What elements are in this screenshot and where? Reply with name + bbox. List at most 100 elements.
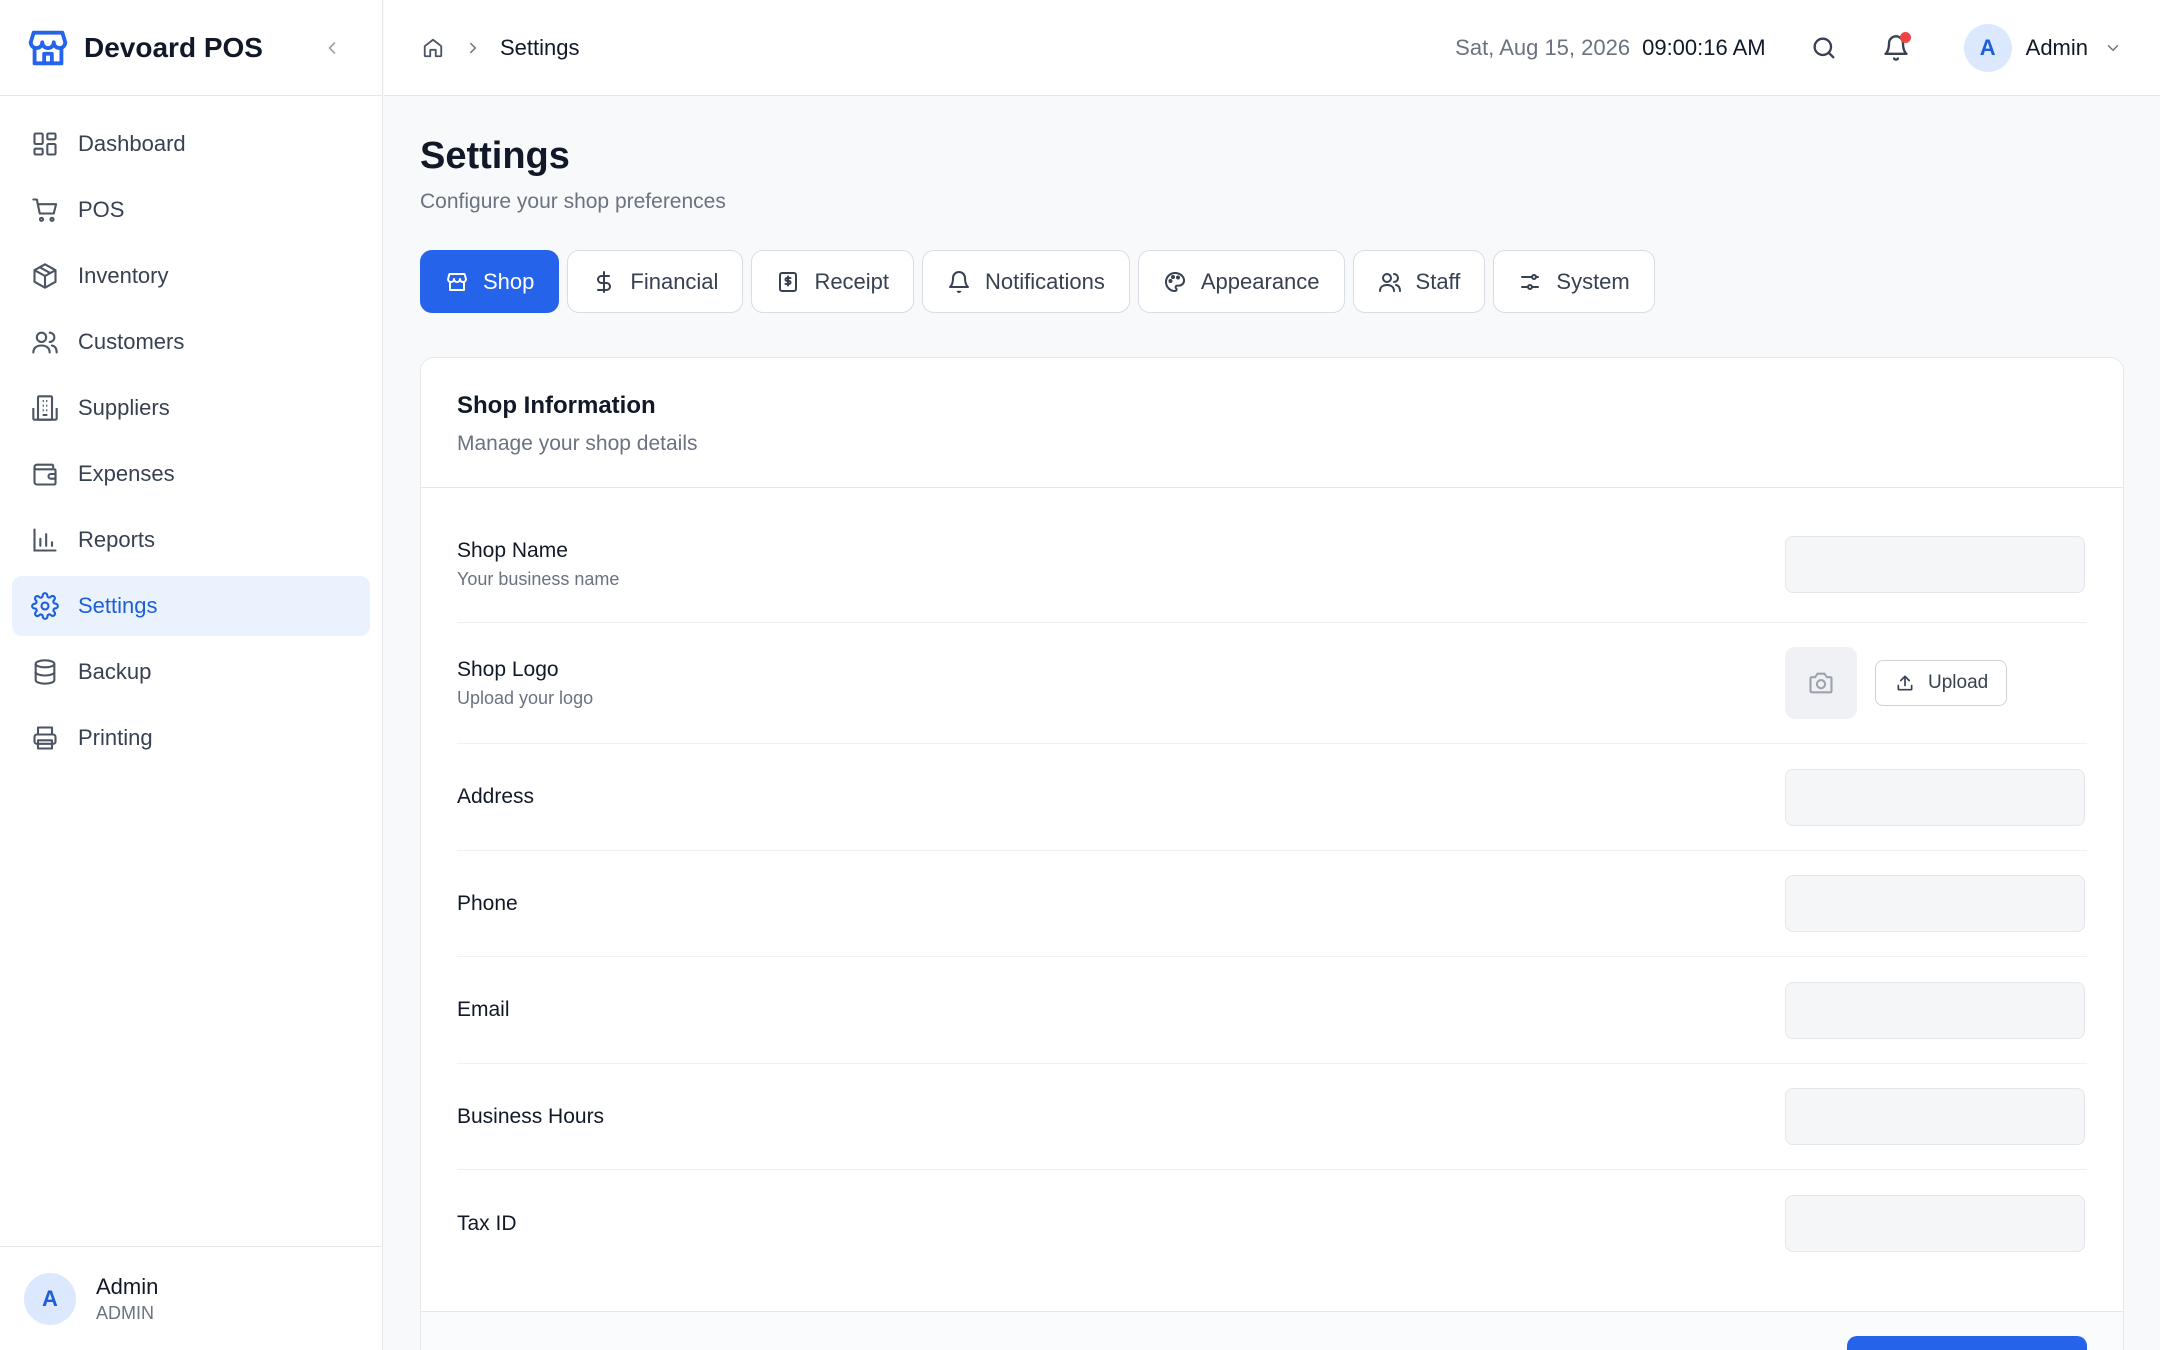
sidebar-nav: Dashboard POS Inventory Customers Suppli… (0, 96, 382, 768)
brand: Devoard POS (0, 0, 382, 96)
tab-label: Shop (483, 268, 535, 294)
cart-icon (30, 195, 60, 225)
user-menu[interactable]: A Admin (1963, 23, 2124, 72)
email-row: Email (457, 957, 2087, 1064)
page-title: Settings (420, 135, 570, 177)
dashboard-icon (30, 129, 60, 159)
field-hint: Upload your logo (457, 687, 594, 708)
sliders-icon (1518, 270, 1542, 294)
chevron-right-icon (460, 35, 486, 61)
settings-tabs: Shop Financial Receipt Notifications App… (420, 250, 2124, 313)
users-icon (1378, 270, 1402, 294)
gear-icon (30, 591, 60, 621)
tab-shop[interactable]: Shop (420, 250, 560, 313)
phone-input[interactable] (1785, 875, 2085, 932)
field-label: Shop Name (457, 538, 568, 562)
sidebar-item-suppliers[interactable]: Suppliers (12, 378, 370, 438)
chevron-down-icon (2102, 37, 2124, 59)
shop-name-input[interactable] (1785, 535, 2085, 593)
building-icon (30, 393, 60, 423)
home-icon[interactable] (420, 35, 446, 61)
phone-row: Phone (457, 851, 2087, 957)
app-name: Devoard POS (84, 31, 263, 63)
shop-name-row: Shop Name Your business name (457, 488, 2087, 623)
sidebar-item-printing[interactable]: Printing (12, 708, 370, 768)
notifications-button[interactable] (1872, 24, 1920, 72)
sidebar-item-label: Inventory (78, 263, 169, 288)
printer-icon (30, 723, 60, 753)
tab-label: Notifications (985, 268, 1105, 294)
bell-icon (947, 270, 971, 294)
field-label: Business Hours (457, 1104, 605, 1128)
tax-id-input[interactable] (1785, 1195, 2085, 1252)
user-role: ADMIN (96, 1302, 154, 1323)
business-hours-input[interactable] (1785, 1088, 2085, 1145)
receipt-icon (776, 270, 800, 294)
users-icon (30, 327, 60, 357)
sidebar-item-label: Customers (78, 329, 185, 354)
page-subtitle: Configure your shop preferences (420, 190, 726, 213)
tab-receipt[interactable]: Receipt (751, 250, 915, 313)
search-icon (1813, 37, 1835, 58)
tab-notifications[interactable]: Notifications (922, 250, 1130, 313)
sidebar-item-label: Settings (78, 593, 158, 618)
camera-icon (1809, 672, 1833, 694)
address-input[interactable] (1785, 768, 2085, 826)
sidebar-item-pos[interactable]: POS (12, 180, 370, 240)
tab-label: Financial (630, 268, 719, 294)
tab-label: Staff (1415, 268, 1461, 294)
card-description: Manage your shop details (457, 432, 698, 455)
database-icon (30, 657, 60, 687)
sidebar-item-settings[interactable]: Settings (12, 576, 370, 636)
email-input[interactable] (1785, 981, 2085, 1039)
sidebar-item-label: Expenses (78, 461, 175, 486)
field-label: Address (457, 785, 535, 808)
bar-chart-icon (30, 525, 60, 555)
sidebar-item-label: Reports (78, 527, 156, 552)
sidebar-item-label: Printing (78, 725, 153, 750)
sidebar-item-reports[interactable]: Reports (12, 510, 370, 570)
search-button[interactable] (1800, 24, 1848, 72)
sidebar-item-expenses[interactable]: Expenses (12, 444, 370, 504)
avatar: A (1963, 23, 2012, 72)
tab-system[interactable]: System (1493, 250, 1655, 313)
sidebar-item-backup[interactable]: Backup (12, 642, 370, 702)
tab-label: Receipt (814, 268, 890, 294)
box-icon (30, 261, 60, 291)
sidebar-item-label: Backup (78, 659, 152, 684)
user-name: Admin (2025, 34, 2088, 60)
shop-information-card: Shop Information Manage your shop detail… (420, 357, 2124, 1350)
business-hours-row: Business Hours (457, 1064, 2087, 1170)
field-label: Email (457, 998, 510, 1021)
user-name: Admin (96, 1273, 159, 1299)
store-icon (445, 270, 469, 294)
sidebar-item-customers[interactable]: Customers (12, 312, 370, 372)
upload-logo-button[interactable]: Upload (1875, 660, 2008, 706)
main-content: Settings Configure your shop preferences… (384, 97, 2160, 1350)
save-button[interactable] (1847, 1336, 2087, 1350)
sidebar-item-label: Dashboard (78, 131, 186, 156)
shop-logo-row: Shop Logo Upload your logo Upload (457, 623, 2087, 744)
card-title: Shop Information (457, 392, 656, 419)
sidebar-item-inventory[interactable]: Inventory (12, 246, 370, 306)
field-hint: Your business name (457, 568, 620, 589)
tax-id-row: Tax ID (457, 1170, 2087, 1277)
breadcrumb-current: Settings (500, 34, 580, 60)
sidebar-user[interactable]: A Admin ADMIN (0, 1246, 383, 1350)
tab-staff[interactable]: Staff (1352, 250, 1486, 313)
address-row: Address (457, 744, 2087, 851)
logo-preview[interactable] (1785, 647, 1857, 719)
avatar: A (24, 1272, 76, 1325)
date-display: Sat, Aug 15, 2026 (1455, 34, 1631, 60)
dollar-icon (592, 270, 616, 294)
tab-financial[interactable]: Financial (567, 250, 744, 313)
sidebar-item-dashboard[interactable]: Dashboard (12, 114, 370, 174)
topbar: Settings Sat, Aug 15, 2026 09:00:16 AM A… (384, 0, 2160, 96)
time-display: 09:00:16 AM (1642, 34, 1766, 60)
tab-appearance[interactable]: Appearance (1137, 250, 1345, 313)
notification-badge (1899, 31, 1911, 43)
store-logo-icon (24, 24, 72, 72)
sidebar-item-label: Suppliers (78, 395, 170, 420)
collapse-sidebar-button[interactable] (314, 30, 350, 66)
palette-icon (1163, 270, 1187, 294)
